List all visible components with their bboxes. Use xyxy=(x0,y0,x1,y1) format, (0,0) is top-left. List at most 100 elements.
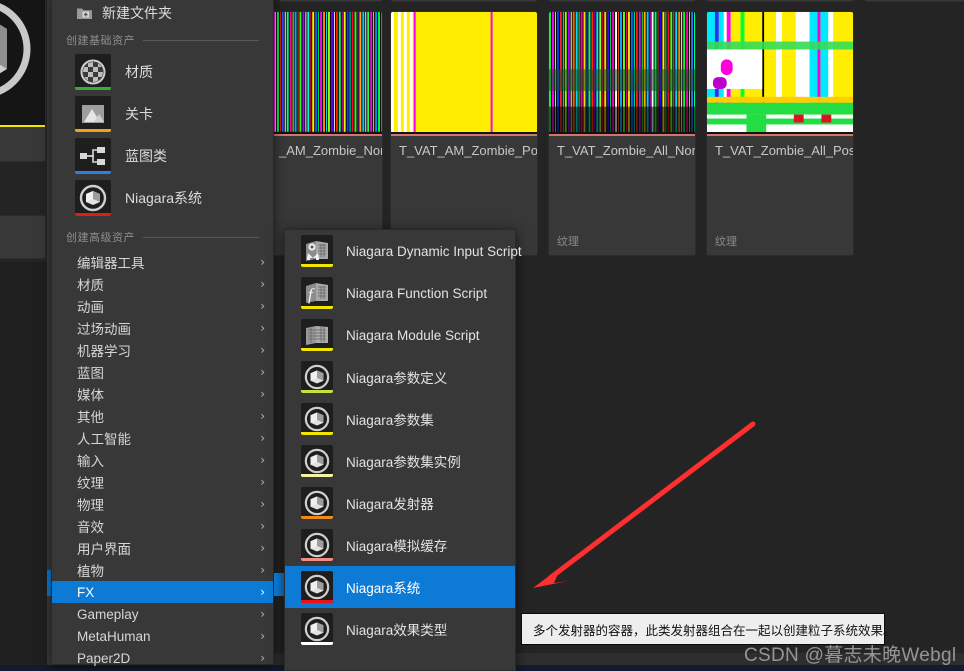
chevron-right-icon: › xyxy=(260,519,265,533)
section-divider xyxy=(143,39,259,41)
menu-item-material[interactable]: 材质 xyxy=(52,51,273,93)
section-divider xyxy=(143,236,259,238)
menu-item-gameplay[interactable]: Gameplay › xyxy=(52,603,273,625)
niagara-cube-icon xyxy=(301,361,333,393)
submenu-item-niagara-sim-cache[interactable]: Niagara模拟缓存 xyxy=(285,524,515,566)
menu-item-foliage[interactable]: 植物 › xyxy=(52,559,273,581)
vat-texture-preview xyxy=(549,12,695,133)
submenu-item-niagara-system[interactable]: Niagara系统 xyxy=(285,566,515,608)
niagara-cube-icon xyxy=(301,403,333,435)
submenu-item-niagara-parameter-collection[interactable]: Niagara参数集 xyxy=(285,398,515,440)
content-browser-left-pane xyxy=(0,262,47,671)
menu-item-label: Niagara系统 xyxy=(125,190,203,206)
asset-type: 纹理 xyxy=(557,236,579,248)
menu-item-new-folder[interactable]: 新建文件夹 xyxy=(52,0,273,28)
chevron-right-icon: › xyxy=(260,277,265,291)
niagara-cube-icon xyxy=(301,445,333,477)
menu-item-editor-tools[interactable]: 编辑器工具 › xyxy=(52,251,273,273)
chevron-right-icon: › xyxy=(260,475,265,489)
type-accent-bar xyxy=(301,516,333,519)
asset-tile-partial-top[interactable] xyxy=(548,0,696,2)
submenu-item-niagara-parameter-definition[interactable]: Niagara参数定义 xyxy=(285,356,515,398)
menu-item-label: 材质 xyxy=(125,64,153,80)
menu-item-label: 过场动画 xyxy=(77,322,131,337)
menu-item-texture[interactable]: 纹理 › xyxy=(52,471,273,493)
menu-item-blueprint[interactable]: 蓝图 › xyxy=(52,361,273,383)
menu-item-label: 动画 xyxy=(77,300,104,315)
submenu-item-label: Niagara Module Script xyxy=(346,327,480,343)
menu-item-machine-learning[interactable]: 机器学习 › xyxy=(52,339,273,361)
chevron-right-icon: › xyxy=(260,387,265,401)
menu-item-label: Gameplay xyxy=(77,606,139,622)
asset-tile[interactable]: T_VAT_Zombie_All_Pos 纹理 xyxy=(706,11,854,256)
menu-item-label: Paper2D xyxy=(77,650,131,666)
niagara-cube-icon xyxy=(301,529,333,561)
asset-thumbnail xyxy=(391,12,537,134)
type-accent-bar xyxy=(75,87,111,90)
menu-item-label: 新建文件夹 xyxy=(102,5,172,21)
menu-item-material-cat[interactable]: 材质 › xyxy=(52,273,273,295)
menu-item-label: 人工智能 xyxy=(77,432,131,447)
section-header-basic: 创建基础资产 xyxy=(52,28,273,51)
submenu-item-label: Niagara效果类型 xyxy=(346,623,448,638)
submenu-item-niagara-parameter-collection-instance[interactable]: Niagara参数集实例 xyxy=(285,440,515,482)
menu-item-media[interactable]: 媒体 › xyxy=(52,383,273,405)
menu-item-level[interactable]: 关卡 xyxy=(52,93,273,135)
asset-thumbnail xyxy=(707,12,853,134)
asset-tile[interactable]: _AM_Zombie_Nor xyxy=(270,11,383,256)
menu-item-animation[interactable]: 动画 › xyxy=(52,295,273,317)
asset-tile-partial-left-2[interactable]: ript xyxy=(0,215,46,259)
menu-item-metahuman[interactable]: MetaHuman › xyxy=(52,625,273,647)
submenu-item-niagara-function-script[interactable]: f Niagara Function Script xyxy=(285,272,515,314)
asset-tile-partial-top[interactable] xyxy=(706,0,854,2)
watermark: CSDN @暮志未晚Webgl xyxy=(744,645,957,666)
asset-tile-partial-top[interactable] xyxy=(864,0,964,2)
asset-thumbnail xyxy=(0,0,45,125)
niagara-module-book-icon xyxy=(301,319,333,351)
chevron-right-icon: › xyxy=(260,453,265,467)
menu-item-blueprint-class[interactable]: 蓝图类 xyxy=(52,135,273,177)
niagara-cube-icon xyxy=(301,571,333,603)
menu-item-artificial-intelligence[interactable]: 人工智能 › xyxy=(52,427,273,449)
menu-item-audio[interactable]: 音效 › xyxy=(52,515,273,537)
menu-item-label: 音效 xyxy=(77,520,104,535)
menu-item-misc[interactable]: 其他 › xyxy=(52,405,273,427)
menu-item-label: 其他 xyxy=(77,410,104,425)
submenu-item-niagara-module-script[interactable]: Niagara Module Script xyxy=(285,314,515,356)
submenu-item-label: Niagara Function Script xyxy=(346,285,488,301)
type-accent-bar xyxy=(75,129,111,132)
menu-item-input[interactable]: 输入 › xyxy=(52,449,273,471)
menu-item-cinematics[interactable]: 过场动画 › xyxy=(52,317,273,339)
chevron-right-icon: › xyxy=(260,343,265,357)
chevron-right-icon: › xyxy=(260,607,265,621)
niagara-script-book-icon xyxy=(301,235,333,267)
menu-item-label: 输入 xyxy=(77,454,104,469)
submenu-item-niagara-dynamic-input-script[interactable]: Niagara Dynamic Input Script xyxy=(285,230,522,272)
fx-submenu: Niagara Dynamic Input Script f Niagara F… xyxy=(284,229,522,671)
submenu-item-label: Niagara Dynamic Input Script xyxy=(346,243,522,259)
menu-item-niagara-system[interactable]: Niagara系统 xyxy=(52,177,273,219)
chevron-right-icon: › xyxy=(260,321,265,335)
asset-name: T_VAT_Zombie_All_Pos xyxy=(715,143,854,158)
asset-tile-partial-top[interactable] xyxy=(390,0,538,2)
asset-tile[interactable]: T_VAT_Zombie_All_Nor 纹理 xyxy=(548,11,696,256)
advanced-category-list: 编辑器工具 › 材质 › 动画 › 过场动画 › 机器学习 › 蓝图 › 媒体 … xyxy=(52,251,273,669)
submenu-item-niagara-emitter[interactable]: Niagara发射器 xyxy=(285,482,515,524)
asset-tile-partial-left[interactable]: ation xyxy=(0,0,46,162)
menu-item-fx[interactable]: FX › xyxy=(52,581,273,603)
context-menu: 新建文件夹 创建基础资产 材质 关卡 蓝图类 Niagara系统 创建高级资产 … xyxy=(51,0,274,666)
submenu-item-niagara-effect-type[interactable]: Niagara效果类型 xyxy=(285,608,515,650)
menu-item-label: 材质 xyxy=(77,278,104,293)
level-mountain-icon xyxy=(75,96,111,132)
menu-item-label: 蓝图类 xyxy=(125,148,167,164)
asset-tile-partial-top[interactable] xyxy=(278,0,383,2)
menu-item-paper2d[interactable]: Paper2D › xyxy=(52,647,273,669)
asset-type-underline xyxy=(549,134,695,136)
section-label: 创建基础资产 xyxy=(66,35,135,47)
asset-tile[interactable]: T_VAT_AM_Zombie_Pos xyxy=(390,11,538,256)
type-accent-bar xyxy=(301,390,333,393)
niagara-cube-icon xyxy=(301,613,333,645)
menu-item-user-interface[interactable]: 用户界面 › xyxy=(52,537,273,559)
menu-item-physics[interactable]: 物理 › xyxy=(52,493,273,515)
niagara-cube-icon xyxy=(75,180,111,216)
